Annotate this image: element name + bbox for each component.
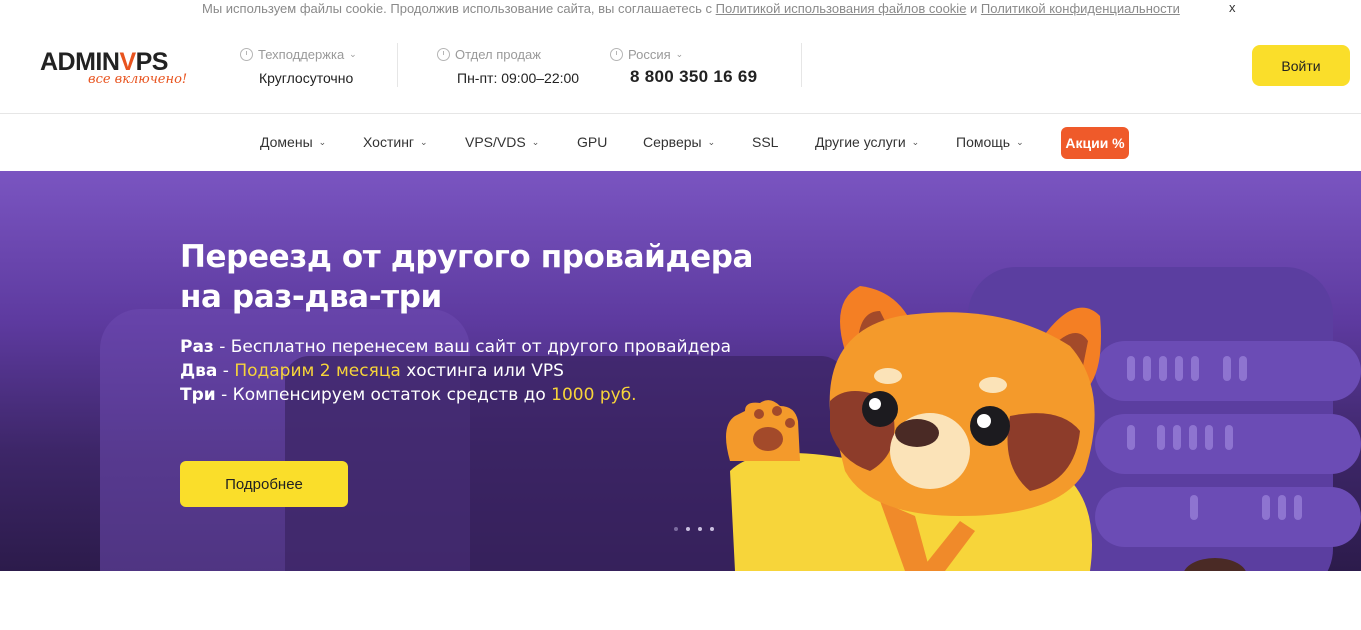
nav-label: Серверы: [643, 134, 702, 150]
divider: [397, 43, 398, 87]
carousel-dots: [674, 527, 714, 531]
chevron-down-icon: ⌄: [318, 136, 327, 147]
benefit-highlight: Подарим 2 месяца: [234, 361, 401, 381]
cookie-message: Мы используем файлы cookie. Продолжив ис…: [202, 1, 716, 16]
chevron-down-icon: ⌄: [1016, 136, 1024, 147]
logo-tagline: все включено!: [88, 72, 188, 87]
site-header: ADMINVPS все включено! Техподдержка ⌄ Кр…: [0, 26, 1361, 114]
support-label-row: Техподдержка ⌄: [240, 47, 357, 62]
support-label: Техподдержка: [258, 47, 345, 62]
nav-label: Другие услуги: [815, 134, 906, 150]
cookie-close-button[interactable]: x: [1229, 0, 1236, 15]
cookie-bar: Мы используем файлы cookie. Продолжив ис…: [0, 0, 1361, 26]
benefit-text: - Компенсируем остаток средств до: [215, 385, 552, 405]
promo-button[interactable]: Акции %: [1061, 127, 1129, 159]
benefit-bold: Два: [180, 361, 218, 381]
hero-banner: Переезд от другого провайдера на раз-два…: [0, 171, 1361, 571]
benefit-bold: Раз: [180, 337, 214, 357]
hero-title-line1: Переезд от другого провайдера: [180, 239, 754, 275]
nav-item-ssl[interactable]: SSL: [752, 134, 778, 150]
sales-label: Отдел продаж: [455, 47, 541, 62]
benefit-text: хостинга или VPS: [400, 361, 564, 381]
phone-number[interactable]: 8 800 350 16 69: [610, 67, 757, 87]
clock-icon: [240, 48, 253, 61]
sales-hours: Пн-пт: 09:00–22:00: [457, 70, 580, 86]
sales-info: Отдел продаж Пн-пт: 09:00–22:00: [437, 47, 579, 86]
nav-item-domains[interactable]: Домены ⌄: [260, 134, 326, 150]
chevron-down-icon: ⌄: [911, 136, 920, 147]
nav-item-other-services[interactable]: Другие услуги ⌄: [815, 134, 919, 150]
server-slot: [1095, 487, 1361, 547]
benefit-sep: -: [217, 361, 235, 381]
hero-title: Переезд от другого провайдера на раз-два…: [180, 237, 753, 317]
nav-label: SSL: [752, 134, 779, 150]
benefit-line-3: Три - Компенсируем остаток средств до 10…: [180, 383, 731, 407]
cookie-policy-link[interactable]: Политикой использования файлов cookie: [716, 1, 967, 16]
logo[interactable]: ADMINVPS все включено!: [40, 50, 210, 100]
hero-title-line2: на раз-два-три: [180, 279, 442, 315]
clock-icon: [437, 48, 450, 61]
nav-label: Домены: [260, 134, 313, 150]
clock-icon: [610, 48, 623, 61]
nav-label: Хостинг: [363, 134, 415, 150]
benefit-highlight: 1000 руб.: [551, 385, 637, 405]
nav-item-servers[interactable]: Серверы ⌄: [643, 134, 715, 150]
nav-item-gpu[interactable]: GPU: [577, 134, 607, 150]
region-info[interactable]: Россия ⌄ 8 800 350 16 69: [610, 47, 757, 87]
sales-label-row: Отдел продаж: [437, 47, 579, 62]
region-label-row: Россия ⌄: [610, 47, 757, 62]
nav-item-help[interactable]: Помощь ⌄: [956, 134, 1024, 150]
carousel-dot[interactable]: [710, 527, 714, 531]
privacy-policy-link[interactable]: Политикой конфиденциальности: [981, 1, 1180, 16]
hero-benefits: Раз - Бесплатно перенесем ваш сайт от др…: [180, 335, 731, 407]
divider: [801, 43, 802, 87]
region-label: Россия: [628, 47, 671, 62]
cookie-text: Мы используем файлы cookie. Продолжив ис…: [202, 1, 1180, 16]
main-nav: Домены ⌄ Хостинг ⌄ VPS/VDS ⌄ GPU Серверы ⌄ S…: [0, 115, 1361, 171]
nav-label: VPS/VDS: [465, 134, 526, 150]
carousel-dot[interactable]: [686, 527, 690, 531]
chevron-down-icon: ⌄: [349, 49, 357, 59]
benefit-line-1: Раз - Бесплатно перенесем ваш сайт от др…: [180, 335, 731, 359]
chevron-down-icon: ⌄: [707, 136, 716, 147]
carousel-dot[interactable]: [698, 527, 702, 531]
more-details-button[interactable]: Подробнее: [180, 461, 348, 507]
nav-label: Помощь: [956, 134, 1011, 150]
support-hours: Круглосуточно: [259, 70, 354, 86]
benefit-line-2: Два - Подарим 2 месяца хостинга или VPS: [180, 359, 731, 383]
login-button[interactable]: Войти: [1252, 45, 1350, 86]
cookie-and: и: [966, 1, 981, 16]
support-info[interactable]: Техподдержка ⌄ Круглосуточно: [240, 47, 357, 86]
nav-item-hosting[interactable]: Хостинг ⌄: [363, 134, 428, 150]
chevron-down-icon: ⌄: [675, 49, 684, 59]
chevron-down-icon: ⌄: [420, 136, 428, 147]
benefit-text: - Бесплатно перенесем ваш сайт от другог…: [213, 337, 731, 357]
nav-item-vps[interactable]: VPS/VDS ⌄: [465, 134, 539, 150]
carousel-dot[interactable]: [674, 527, 678, 531]
nav-label: GPU: [577, 134, 608, 150]
benefit-bold: Три: [180, 385, 216, 405]
chevron-down-icon: ⌄: [531, 136, 540, 147]
